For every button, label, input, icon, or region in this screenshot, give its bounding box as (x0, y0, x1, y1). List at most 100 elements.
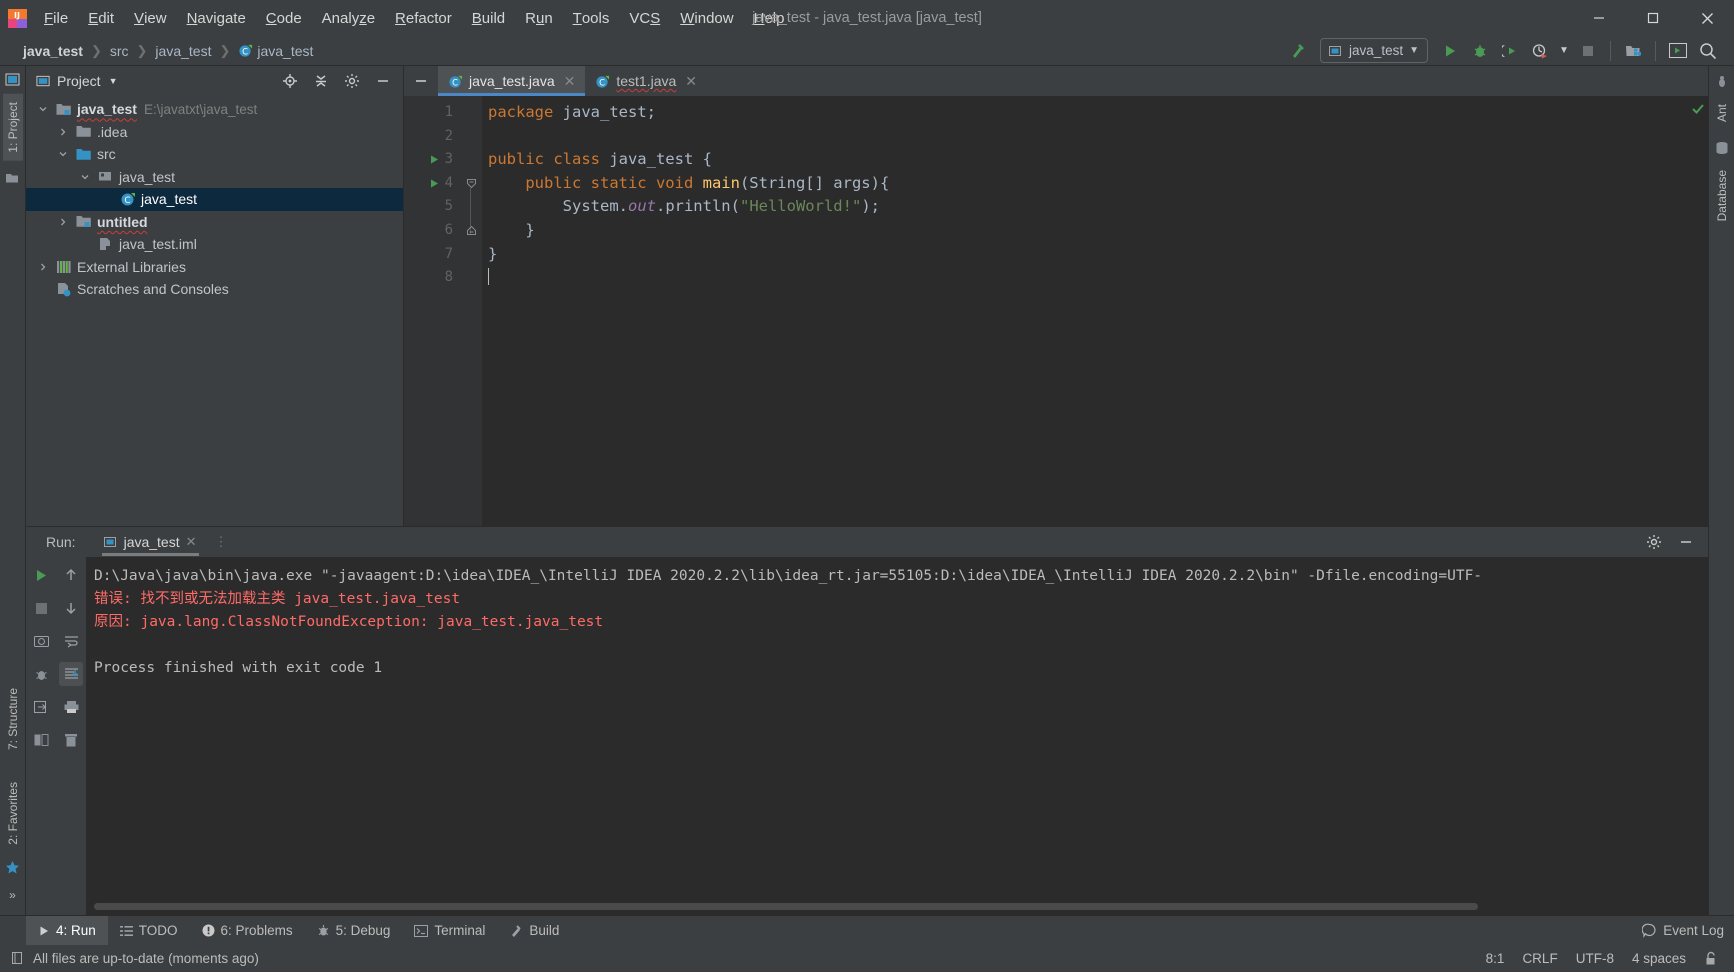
editor-tab-java_test[interactable]: C java_test.java ✕ (438, 66, 586, 96)
sidebar-item-structure[interactable]: 7: Structure (3, 680, 23, 758)
code-folding-gutter[interactable] (460, 96, 482, 526)
close-icon[interactable]: ✕ (685, 73, 697, 90)
ok-check-icon[interactable] (1691, 102, 1705, 116)
gear-icon[interactable] (338, 68, 366, 94)
trash-icon[interactable] (59, 728, 83, 752)
run-tab-java_test[interactable]: java_test ✕ (96, 528, 205, 556)
chevron-right-icon[interactable] (56, 125, 70, 139)
menu-vcs[interactable]: VC S (619, 0, 670, 36)
breadcrumb-item-class[interactable]: C java_test (233, 41, 318, 61)
line-separator-indicator[interactable]: CRLF (1522, 951, 1557, 966)
menu-edit[interactable]: Edit (78, 0, 124, 36)
menu-window[interactable]: Window (670, 0, 743, 36)
bottom-tab-debug[interactable]: 5: Debug (305, 916, 403, 946)
bottom-tab-build[interactable]: Build (497, 916, 571, 946)
down-icon[interactable] (59, 596, 83, 620)
layout-icon[interactable] (29, 728, 53, 752)
menu-bar[interactable]: File Edit View Navigate Code Analy z e Ref… (34, 0, 794, 36)
menu-build[interactable]: Build (462, 0, 515, 36)
tree-row-external-libraries[interactable]: External Libraries (26, 256, 403, 279)
soft-wrap-icon[interactable] (59, 629, 83, 653)
menu-refactor[interactable]: Refactor (385, 0, 462, 36)
close-icon[interactable]: ✕ (186, 534, 197, 550)
unlock-icon[interactable] (1704, 951, 1718, 966)
print-icon[interactable] (59, 695, 83, 719)
profiler-icon[interactable] (1526, 38, 1554, 64)
bottom-tab-problems[interactable]: 6: Problems (190, 916, 305, 946)
project-tree[interactable]: java_test E:\javatxt\java_test .idea src… (26, 96, 403, 526)
breadcrumb-item-src[interactable]: src (105, 41, 134, 61)
search-icon[interactable] (1694, 38, 1722, 64)
menu-navigate[interactable]: Navigate (177, 0, 256, 36)
commit-icon[interactable] (3, 169, 23, 189)
run-icon[interactable] (1436, 38, 1464, 64)
screenshot-icon[interactable] (29, 629, 53, 653)
chevron-right-icon[interactable] (36, 260, 50, 274)
locate-icon[interactable] (276, 68, 304, 94)
console-horizontal-scrollbar[interactable] (94, 903, 1478, 910)
breadcrumb[interactable]: java_test ❯ src ❯ java_test ❯ C java_tes… (6, 41, 318, 61)
bottom-tab-terminal[interactable]: Terminal (402, 916, 497, 946)
sidebar-item-database[interactable]: Database (1712, 162, 1732, 229)
debug-icon[interactable] (1466, 38, 1494, 64)
console-output[interactable]: D:\Java\java\bin\java.exe "-javaagent:D:… (86, 557, 1708, 915)
run-method-gutter-icon[interactable] (429, 172, 443, 196)
bottom-tab-todo[interactable]: TODO (108, 916, 190, 946)
tree-row-untitled-module[interactable]: untitled (26, 211, 403, 234)
hide-icon[interactable] (1672, 529, 1700, 555)
indent-indicator[interactable]: 4 spaces (1632, 951, 1686, 966)
chevron-down-icon[interactable]: ▼ (109, 76, 118, 86)
breadcrumb-item-project[interactable]: java_test (18, 41, 88, 61)
menu-tools[interactable]: Tools (563, 0, 620, 36)
chevron-down-icon[interactable]: ▼ (1556, 38, 1572, 64)
close-button[interactable] (1680, 0, 1734, 36)
editor-tab-test1[interactable]: C test1.java ✕ (585, 66, 707, 96)
tree-row-package-java_test[interactable]: java_test (26, 166, 403, 189)
inspection-marker-gutter[interactable] (1690, 96, 1708, 526)
event-log-label[interactable]: Event Log (1663, 923, 1724, 938)
bottom-tab-run[interactable]: 4: Run (26, 915, 108, 946)
chevron-down-icon[interactable] (36, 102, 50, 116)
menu-code[interactable]: Code (256, 0, 312, 36)
build-hammer-icon[interactable] (1284, 38, 1312, 64)
bug-icon[interactable] (29, 662, 53, 686)
breadcrumb-item-package[interactable]: java_test (150, 41, 216, 61)
tree-row-src[interactable]: src (26, 143, 403, 166)
tree-row-iml-file[interactable]: java_test.iml (26, 233, 403, 256)
tree-row-class-java_test[interactable]: C java_test (26, 188, 403, 211)
favorites-star-icon[interactable] (3, 857, 23, 877)
menu-analyze[interactable]: Analy z e (312, 0, 385, 36)
project-panel-title[interactable]: Project ▼ (36, 73, 118, 89)
run-class-gutter-icon[interactable] (429, 148, 443, 172)
minimize-button[interactable] (1572, 0, 1626, 36)
fold-open-icon[interactable] (464, 172, 478, 196)
run-configuration-selector[interactable]: java_test ▼ (1320, 38, 1428, 63)
caret-position-indicator[interactable]: 8:1 (1486, 951, 1505, 966)
menu-view[interactable]: View (124, 0, 177, 36)
run-coverage-icon[interactable] (1496, 38, 1524, 64)
rerun-icon[interactable] (29, 563, 53, 587)
code-text[interactable]: package java_test; public class java_tes… (482, 96, 1690, 526)
chevron-down-icon[interactable] (78, 170, 92, 184)
hide-editor-icon[interactable] (404, 66, 438, 96)
terminal-icon[interactable] (1664, 38, 1692, 64)
more-icon[interactable]: » (3, 885, 23, 905)
close-icon[interactable]: ✕ (564, 73, 576, 90)
maximize-button[interactable] (1626, 0, 1680, 36)
gear-icon[interactable] (1640, 529, 1668, 555)
hide-icon[interactable] (369, 68, 397, 94)
tree-row-idea[interactable]: .idea (26, 121, 403, 144)
scroll-to-end-icon[interactable] (59, 662, 83, 686)
run-tab-overflow-icon[interactable]: ⋮ (215, 534, 228, 550)
up-icon[interactable] (59, 563, 83, 587)
encoding-indicator[interactable]: UTF-8 (1576, 951, 1614, 966)
export-icon[interactable] (29, 695, 53, 719)
fold-close-icon[interactable] (464, 219, 478, 243)
chevron-right-icon[interactable] (56, 215, 70, 229)
tree-row-scratches-consoles[interactable]: Scratches and Consoles (26, 278, 403, 301)
chevron-down-icon[interactable] (56, 147, 70, 161)
sidebar-item-project[interactable]: 1: Project (2, 94, 23, 161)
tree-row-java_test-module[interactable]: java_test E:\javatxt\java_test (26, 98, 403, 121)
sidebar-item-ant[interactable]: Ant (1712, 96, 1732, 130)
menu-run[interactable]: Run (515, 0, 563, 36)
